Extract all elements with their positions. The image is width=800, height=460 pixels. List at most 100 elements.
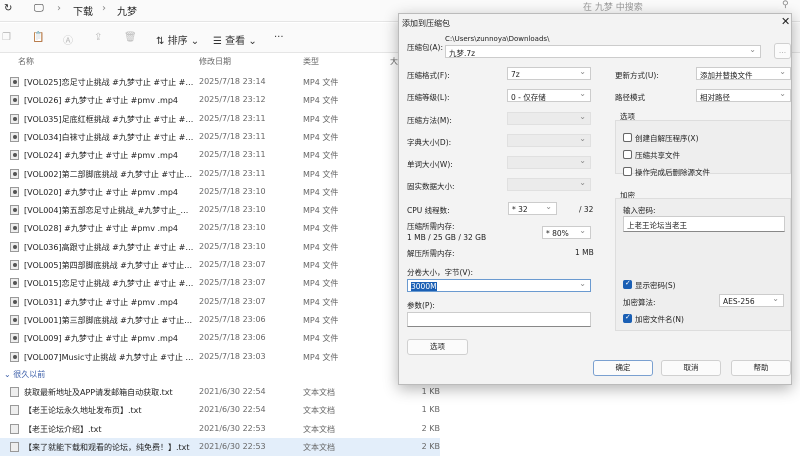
encrypt-names-checkbox[interactable] xyxy=(623,313,632,323)
file-name: [VOL007]Music寸止挑战 #九梦寸止 #寸止 #p... xyxy=(24,352,194,362)
file-name: 【来了就能下载和观看的论坛，纯免费！】.txt xyxy=(24,442,190,452)
col-name[interactable]: 名称 xyxy=(18,56,34,67)
file-row[interactable]: [VOL036]高跟寸止挑战 #九梦寸止 #寸止 #pm... 2025/7/18… xyxy=(0,238,440,256)
file-date: 2025/7/18 23:07 xyxy=(199,296,266,306)
file-row[interactable]: [VOL002]第二部脚底挑战 #九梦寸止 #寸止 #... 2025/7/18 … xyxy=(0,165,440,183)
decomp-label: 解压所需内存: xyxy=(407,249,455,258)
sfx-checkbox[interactable] xyxy=(623,133,632,142)
dict-select xyxy=(507,134,591,147)
col-type[interactable]: 类型 xyxy=(303,56,319,67)
file-row[interactable]: [VOL007]Music寸止挑战 #九梦寸止 #寸止 #p... 2025/7/… xyxy=(0,348,440,366)
file-type: MP4 文件 xyxy=(303,261,339,270)
file-name: [VOL020] #九梦寸止 #寸止 #pmv .mp4 xyxy=(24,187,178,197)
video-file-icon xyxy=(10,168,19,179)
file-name: [VOL015]恋足寸止挑战 #九梦寸止 #寸止 #pm... xyxy=(24,279,194,289)
file-row[interactable]: [VOL025]恋足寸止挑战 #九梦寸止 #寸止 #pm... 2025/7/18… xyxy=(0,73,440,91)
chevron-icon: › xyxy=(57,3,61,14)
file-row[interactable]: [VOL028] #九梦寸止 #寸止 #pmv .mp4 2025/7/18 23… xyxy=(0,219,440,237)
file-type: MP4 文件 xyxy=(303,96,339,106)
chevron-icon: › xyxy=(102,3,106,14)
file-row[interactable]: [VOL005]第四部脚底挑战 #九梦寸止 #寸止 #... 2025/7/18 … xyxy=(0,256,440,274)
breadcrumb-current[interactable]: 九梦 xyxy=(117,3,137,18)
file-row[interactable]: 【老王论坛介绍】.txt 2021/6/30 22:53 文本文档 2 KB xyxy=(0,420,440,438)
video-file-icon xyxy=(10,333,19,344)
delete-checkbox[interactable] xyxy=(623,167,632,176)
col-date[interactable]: 修改日期 xyxy=(199,56,231,67)
params-label: 参数(P): xyxy=(407,301,435,310)
close-icon[interactable]: ✕ xyxy=(781,15,790,28)
search-icon[interactable]: ⚲ xyxy=(782,0,789,10)
file-name: [VOL001]第三部脚底挑战 #九梦寸止 #寸止 #... xyxy=(24,315,194,325)
show-password-checkbox[interactable] xyxy=(623,279,632,289)
dict-label: 字典大小(D): xyxy=(407,138,452,147)
file-type: MP4 文件 xyxy=(303,352,339,362)
file-row[interactable]: [VOL001]第三部脚底挑战 #九梦寸止 #寸止 #... 2025/7/18 … xyxy=(0,311,440,329)
update-select[interactable]: 添加并替换文件 xyxy=(696,67,791,80)
file-row[interactable]: [VOL024] #九梦寸止 #寸止 #pmv .mp4 2025/7/18 23… xyxy=(0,146,440,164)
file-row[interactable]: [VOL035]足底红框挑战 #九梦寸止 #寸止 #pm... 2025/7/18… xyxy=(0,110,440,128)
format-select[interactable]: 7z xyxy=(507,67,591,80)
refresh-icon[interactable]: ↻ xyxy=(4,3,12,14)
archive-name-combo[interactable]: 九梦.7z xyxy=(445,45,761,58)
computer-icon[interactable]: 🖵 xyxy=(34,3,44,14)
options-button[interactable]: 选项 xyxy=(407,339,468,355)
word-select xyxy=(507,156,591,169)
help-button[interactable]: 帮助 xyxy=(731,360,791,376)
file-type: MP4 文件 xyxy=(303,114,339,124)
copy-icon[interactable]: ❐ xyxy=(2,32,11,43)
delete-icon[interactable]: 🗑 xyxy=(124,32,137,43)
file-row[interactable]: 获取最新地址及APP请发邮箱自动获取.txt 2021/6/30 22:54 文本文… xyxy=(0,383,440,401)
sort-button[interactable]: ⇅ 排序 ⌄ xyxy=(156,32,199,47)
file-row[interactable]: [VOL020] #九梦寸止 #寸止 #pmv .mp4 2025/7/18 23… xyxy=(0,183,440,201)
cancel-button[interactable]: 取消 xyxy=(661,360,721,376)
file-type: 文本文档 xyxy=(303,388,335,397)
file-row[interactable]: [VOL026] #九梦寸止 #寸止 #pmv .mp4 2025/7/18 23… xyxy=(0,91,440,109)
file-size: 2 KB xyxy=(421,441,440,451)
file-row[interactable]: [VOL004]第五部恋足寸止挑战_#九梦寸止_#寸... 2025/7/18 2… xyxy=(0,201,440,219)
video-file-icon xyxy=(10,186,19,197)
file-date: 2025/7/18 23:10 xyxy=(199,241,266,251)
mem-select[interactable]: * 80% xyxy=(542,226,591,239)
path-select[interactable]: 相对路径 xyxy=(696,89,791,102)
col-size[interactable]: 大 xyxy=(390,56,398,67)
level-select[interactable]: 0 - 仅存储 xyxy=(507,89,591,102)
group-header[interactable]: ⌄ 很久以前 xyxy=(4,369,45,380)
paste-icon[interactable]: 📋 xyxy=(32,32,44,43)
file-name: 【老王论坛永久地址发布页】.txt xyxy=(24,406,142,416)
password-input[interactable]: 上老王论坛当老王 xyxy=(623,216,785,232)
file-name: [VOL028] #九梦寸止 #寸止 #pmv .mp4 xyxy=(24,224,178,234)
browse-button[interactable]: ... xyxy=(774,43,791,59)
file-row[interactable]: 【老王论坛永久地址发布页】.txt 2021/6/30 22:54 文本文档 1 KB xyxy=(0,401,440,419)
cpu-label: CPU 线程数: xyxy=(407,206,450,215)
shared-checkbox[interactable] xyxy=(623,150,632,159)
split-combo[interactable]: 3000M xyxy=(407,279,591,292)
file-row[interactable]: 【来了就能下载和观看的论坛，纯免费！】.txt 2021/6/30 22:53 文本… xyxy=(0,437,440,456)
params-input[interactable] xyxy=(407,312,591,327)
enc-method-select[interactable]: AES-256 xyxy=(719,294,784,307)
chevron-down-icon: ⌄ xyxy=(4,370,14,379)
sfx-label: 创建自解压程序(X) xyxy=(635,134,699,143)
dialog-title: 添加到压缩包 xyxy=(402,19,450,28)
file-row[interactable]: [VOL034]白袜寸止挑战 #九梦寸止 #寸止 #pm... 2025/7/18… xyxy=(0,128,440,146)
video-file-icon xyxy=(10,95,19,106)
file-row[interactable]: [VOL009] #九梦寸止 #寸止 #pmv .mp4 2025/7/18 23… xyxy=(0,329,440,347)
cpu-select[interactable]: * 32 xyxy=(508,202,557,215)
file-name: [VOL002]第二部脚底挑战 #九梦寸止 #寸止 #... xyxy=(24,169,194,179)
more-button[interactable]: ··· xyxy=(274,32,284,43)
file-type: MP4 文件 xyxy=(303,132,339,142)
file-type: MP4 文件 xyxy=(303,78,339,87)
video-file-icon xyxy=(10,278,19,289)
ok-button[interactable]: 确定 xyxy=(593,360,653,376)
options-group xyxy=(615,120,791,174)
search-input[interactable]: 在 九梦 中搜索 xyxy=(583,0,643,13)
file-row[interactable]: [VOL031] #九梦寸止 #寸止 #pmv .mp4 2025/7/18 23… xyxy=(0,293,440,311)
breadcrumb-downloads[interactable]: 下载 xyxy=(73,3,93,18)
solid-label: 固实数据大小: xyxy=(407,182,455,191)
file-row[interactable]: [VOL015]恋足寸止挑战 #九梦寸止 #寸止 #pm... 2025/7/18… xyxy=(0,274,440,292)
view-button[interactable]: ☰ 查看 ⌄ xyxy=(213,32,257,47)
file-date: 2025/7/18 23:07 xyxy=(199,260,266,269)
share-icon[interactable]: ⇪ xyxy=(94,32,102,43)
rename-icon[interactable]: Ⓐ xyxy=(63,32,73,47)
file-name: [VOL025]恋足寸止挑战 #九梦寸止 #寸止 #pm... xyxy=(24,78,194,87)
level-label: 压缩等级(L): xyxy=(407,93,450,102)
